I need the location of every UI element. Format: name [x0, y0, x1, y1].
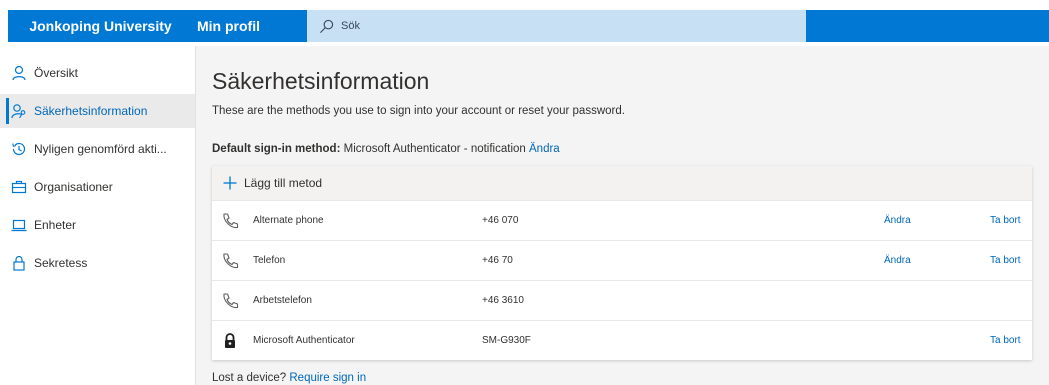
method-name: Alternate phone: [253, 215, 324, 226]
sidebar: Översikt Säkerhetsinformation Nyligen ge…: [0, 46, 196, 385]
method-value: SM-G930F: [482, 335, 531, 346]
method-row: Telefon +46 70 Ändra Ta bort: [212, 240, 1032, 281]
person-icon: [12, 65, 26, 81]
sidebar-item-label: Organisationer: [34, 180, 113, 194]
require-sign-in-link[interactable]: Require sign in: [289, 372, 366, 384]
change-method-link[interactable]: Ändra: [884, 255, 911, 266]
method-name: Arbetstelefon: [253, 295, 312, 306]
search-icon: [320, 19, 334, 33]
plus-icon: [223, 176, 237, 190]
remove-method-link[interactable]: Ta bort: [990, 255, 1021, 266]
sidebar-item-organizations[interactable]: Organisationer: [0, 170, 195, 204]
method-name: Telefon: [253, 255, 286, 266]
page-title: Säkerhetsinformation: [212, 68, 430, 94]
methods-list: Lägg till metod Alternate phone +46 070 …: [212, 166, 1032, 360]
default-method-value: Microsoft Authenticator - notification: [343, 143, 526, 155]
sidebar-item-devices[interactable]: Enheter: [0, 208, 195, 242]
person-key-icon: [11, 104, 26, 119]
method-value: +46 070: [482, 215, 519, 226]
change-default-method-link[interactable]: Ändra: [529, 143, 560, 155]
sidebar-item-label: Nyligen genomförd akti...: [34, 142, 167, 156]
default-sign-in-method: Default sign-in method: Microsoft Authen…: [212, 143, 560, 155]
briefcase-icon: [11, 180, 27, 194]
org-name[interactable]: Jonkoping University: [8, 10, 193, 42]
sidebar-item-label: Säkerhetsinformation: [34, 104, 148, 118]
sidebar-item-label: Sekretess: [34, 256, 88, 270]
method-row: Arbetstelefon +46 3610: [212, 280, 1032, 321]
laptop-icon: [11, 219, 27, 232]
sidebar-item-overview[interactable]: Översikt: [0, 56, 195, 90]
method-name: Microsoft Authenticator: [253, 335, 355, 346]
sidebar-item-label: Översikt: [34, 66, 79, 80]
method-value: +46 70: [482, 255, 513, 266]
method-value: +46 3610: [482, 295, 524, 306]
search-box[interactable]: Sök: [307, 10, 806, 42]
sidebar-item-label: Enheter: [34, 218, 77, 232]
top-bar: Jonkoping University Min profil Sök: [0, 0, 1049, 46]
remove-method-link[interactable]: Ta bort: [990, 215, 1021, 226]
page-subtitle: These are the methods you use to sign in…: [212, 105, 625, 117]
default-method-label: Default sign-in method:: [212, 143, 341, 155]
remove-method-link[interactable]: Ta bort: [990, 335, 1021, 346]
app-name[interactable]: Min profil: [197, 10, 260, 42]
phone-icon: [223, 293, 239, 309]
main-content: Säkerhetsinformation These are the metho…: [196, 46, 1049, 385]
sidebar-item-recent-activity[interactable]: Nyligen genomförd akti...: [0, 132, 195, 166]
change-method-link[interactable]: Ändra: [884, 215, 911, 226]
lost-device-text: Lost a device?: [212, 372, 287, 384]
sidebar-item-security-info[interactable]: Säkerhetsinformation: [0, 94, 195, 128]
lock-icon: [13, 255, 25, 271]
add-method-label: Lägg till metod: [244, 176, 323, 190]
history-icon: [12, 142, 26, 156]
search-input[interactable]: Sök: [341, 20, 360, 32]
phone-icon: [223, 253, 239, 269]
add-method-button[interactable]: Lägg till metod: [212, 166, 1032, 200]
authenticator-icon: [225, 333, 235, 348]
method-row: Microsoft Authenticator SM-G930F Ta bort: [212, 320, 1032, 361]
sidebar-item-privacy[interactable]: Sekretess: [0, 246, 195, 280]
method-row: Alternate phone +46 070 Ändra Ta bort: [212, 200, 1032, 241]
phone-icon: [223, 213, 239, 229]
lost-device-line: Lost a device? Require sign in: [212, 372, 366, 384]
